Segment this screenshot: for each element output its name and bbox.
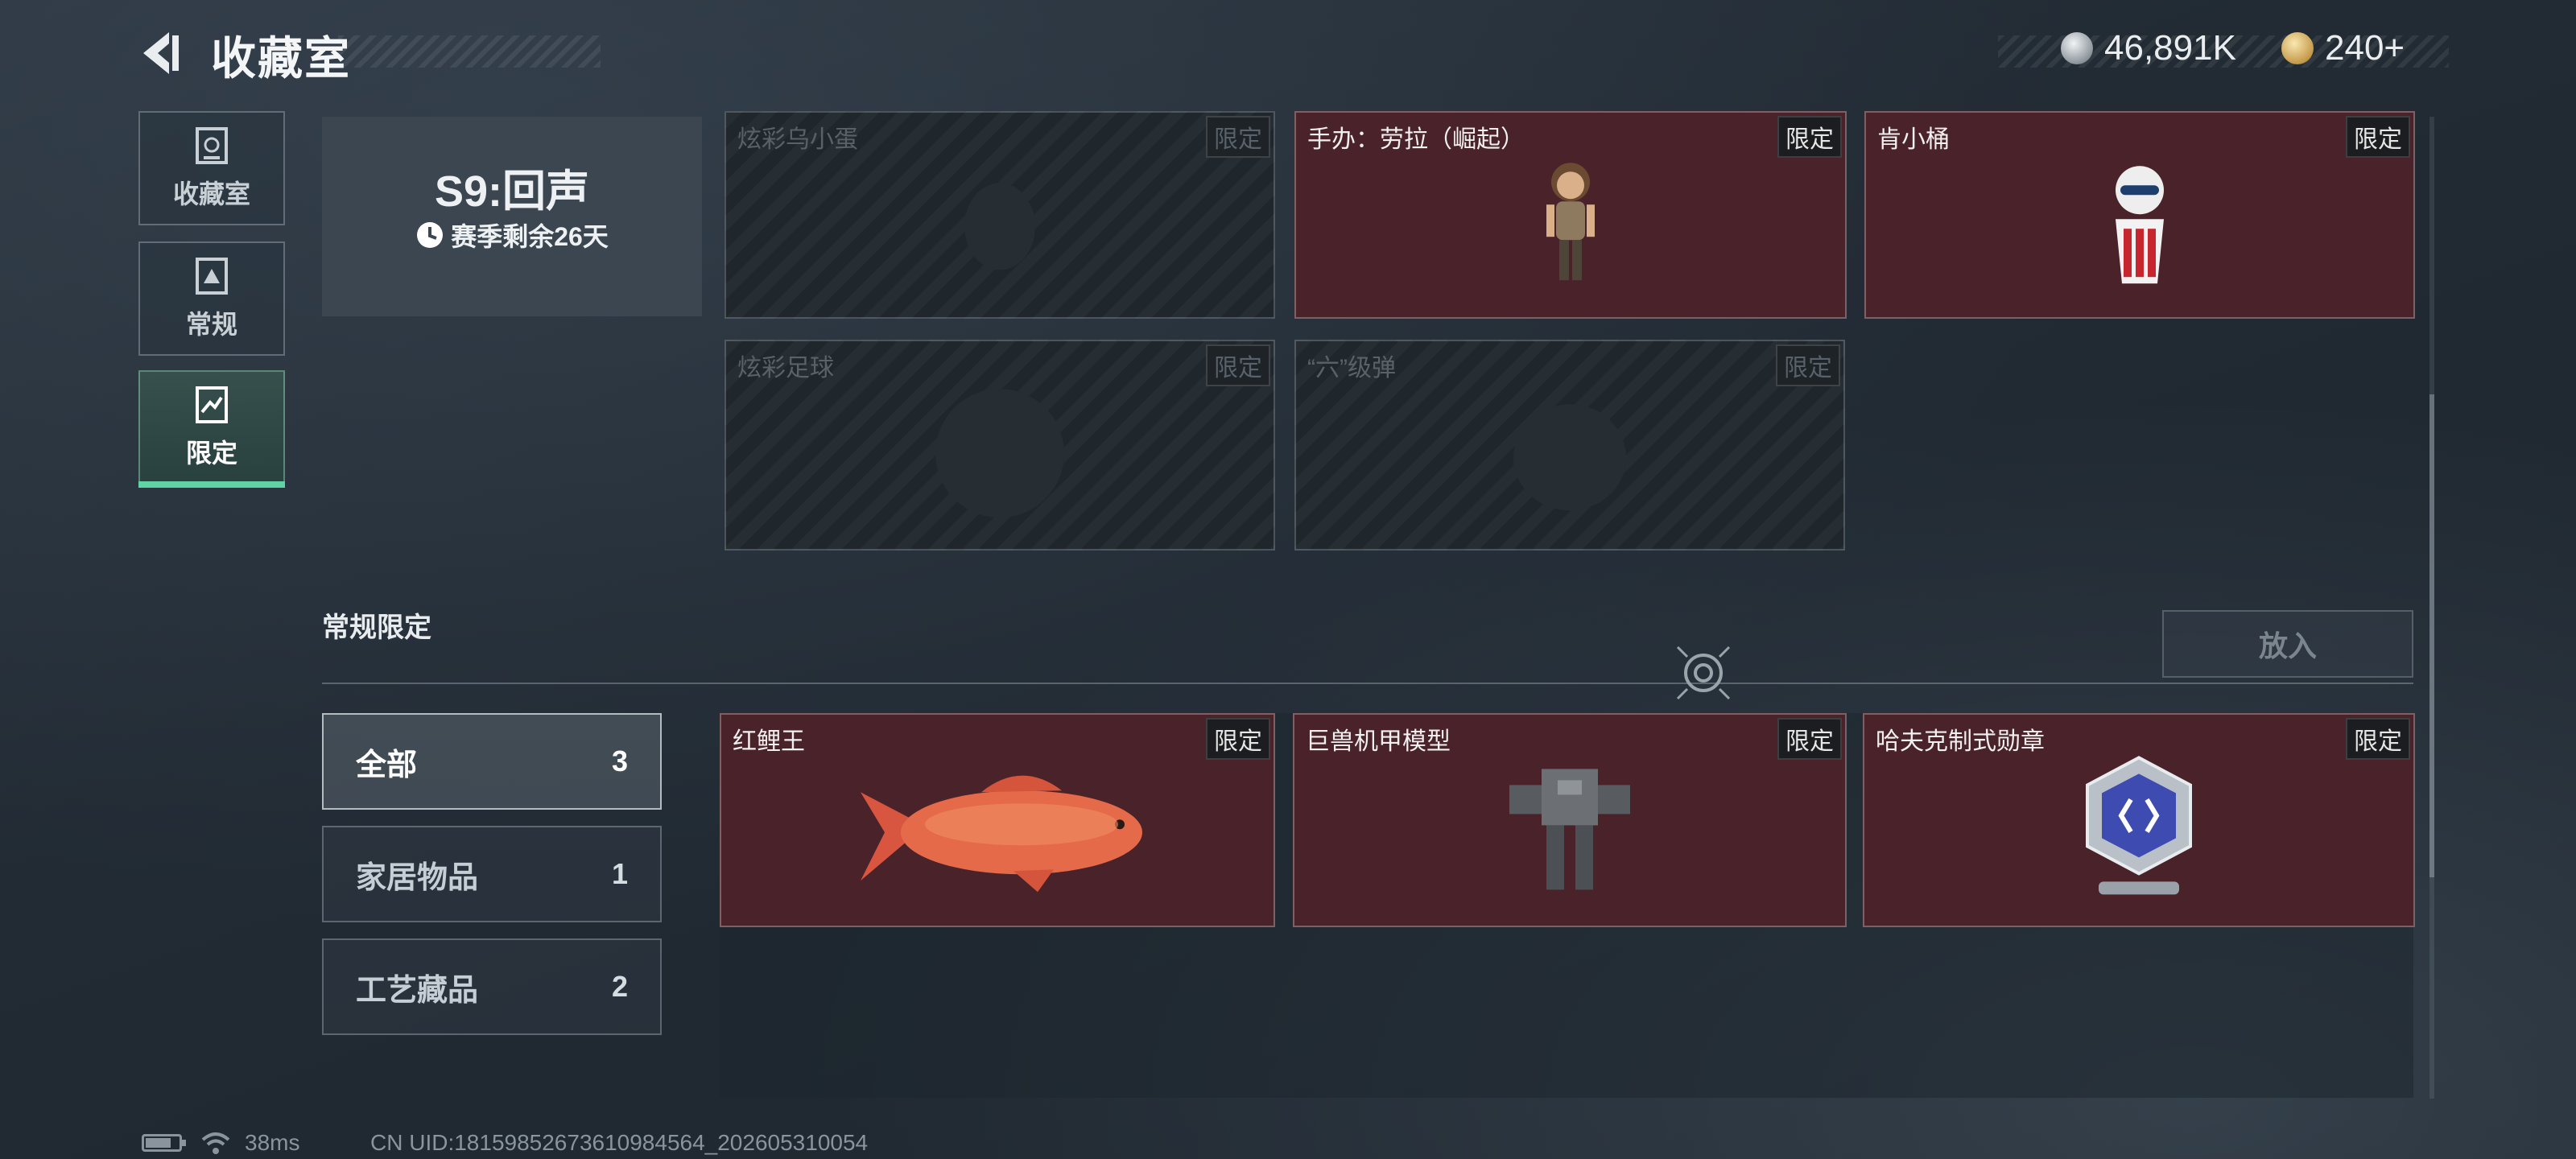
filter-count: 1 (611, 857, 628, 890)
limited-tag: 限定 (1206, 116, 1270, 158)
egg-figure-icon (964, 183, 1035, 270)
filter-label: 家居物品 (356, 860, 479, 895)
wifi-icon (201, 1132, 230, 1154)
card-name: 肯小桶 (1877, 126, 1950, 153)
collection-card[interactable]: 炫彩足球 限定 (724, 340, 1275, 551)
card-name: “六”级弹 (1307, 355, 1396, 382)
clock-icon (417, 222, 444, 248)
collection-card[interactable]: 红鲤王 限定 (720, 713, 1275, 927)
gold-amount: 240+ (2325, 28, 2405, 68)
colonel-bucket-icon (2116, 166, 2164, 284)
ping-text: 38ms (245, 1130, 300, 1155)
nav-label: 常规 (185, 310, 237, 339)
silver-amount: 46,891K (2104, 28, 2236, 68)
limited-tag: 限定 (1206, 718, 1270, 760)
card-name: 巨兽机甲模型 (1306, 728, 1451, 755)
season-remaining: 赛季剩余26天 (322, 217, 702, 254)
season-title: S9:回声 (434, 167, 590, 216)
currency-gold[interactable]: 240+ (2281, 24, 2405, 72)
title-decoration (338, 35, 601, 68)
filter-label: 全部 (356, 748, 418, 782)
section-title: 常规限定 (322, 612, 431, 643)
back-arrow-icon[interactable] (137, 27, 188, 79)
section-divider (322, 683, 2413, 684)
filter-count: 2 (611, 970, 628, 1003)
collection-card[interactable]: 炫彩乌小蛋 限定 (724, 111, 1275, 319)
season-card: S9:回声 赛季剩余26天 (322, 117, 702, 316)
nav-active-indicator (138, 481, 285, 488)
limited-tag: 限定 (1776, 344, 1840, 386)
battery-level (146, 1138, 171, 1148)
scrollbar-thumb[interactable] (2429, 394, 2434, 877)
limited-tag: 限定 (2346, 116, 2410, 158)
card-name: 炫彩足球 (737, 355, 834, 382)
limited-tag: 限定 (2346, 718, 2410, 760)
put-in-button[interactable]: 放入 (2162, 610, 2413, 678)
regular-icon (196, 258, 228, 295)
filter-crafts[interactable]: 工艺藏品 2 (322, 938, 662, 1035)
season-remaining-text: 赛季剩余26天 (451, 222, 609, 251)
soccer-ball-icon (935, 389, 1064, 518)
nav-regular[interactable]: 常规 (138, 241, 285, 356)
collection-room-icon (196, 127, 228, 164)
silver-coin-icon (2061, 32, 2093, 64)
grenade-icon (1513, 404, 1626, 511)
collection-card[interactable]: 巨兽机甲模型 限定 (1293, 713, 1847, 927)
filter-count: 3 (611, 744, 628, 777)
limited-icon (196, 386, 228, 423)
filter-label: 工艺藏品 (356, 973, 479, 1008)
status-bar: 38ms (142, 1130, 299, 1156)
medal-badge-icon (2086, 756, 2192, 895)
filter-all[interactable]: 全部 3 (322, 713, 662, 810)
collection-card[interactable]: 手办：劳拉（崛起） 限定 (1294, 111, 1847, 319)
limited-tag: 限定 (1777, 116, 1842, 158)
crosshair-icon (1676, 645, 1731, 700)
nav-limited[interactable]: 限定 (138, 370, 285, 485)
nav-collection-room[interactable]: 收藏室 (138, 111, 285, 225)
page-title: 收藏室 (211, 33, 351, 84)
filter-home-items[interactable]: 家居物品 1 (322, 826, 662, 922)
card-name: 手办：劳拉（崛起） (1307, 126, 1525, 153)
battery-icon (142, 1134, 186, 1152)
card-name: 哈夫克制式勋章 (1876, 728, 2045, 755)
uid-text: CN UID:1815985267361098456​4_20260531005… (370, 1130, 869, 1155)
limited-tag: 限定 (1206, 344, 1270, 386)
nav-label: 收藏室 (172, 179, 250, 208)
card-name: 红鲤王 (733, 728, 805, 755)
limited-tag: 限定 (1777, 718, 1842, 760)
lara-figure-icon (1546, 163, 1595, 281)
mech-model-icon (1509, 769, 1630, 890)
nav-label: 限定 (185, 439, 237, 468)
collection-card[interactable]: 肯小桶 限定 (1864, 111, 2415, 319)
collection-card[interactable]: “六”级弹 限定 (1294, 340, 1845, 551)
card-name: 炫彩乌小蛋 (737, 126, 858, 153)
collection-card[interactable]: 哈夫克制式勋章 限定 (1863, 713, 2415, 927)
currency-silver: 46,891K (2061, 24, 2236, 72)
red-carp-icon (861, 775, 1142, 893)
gold-coin-icon (2281, 32, 2314, 64)
